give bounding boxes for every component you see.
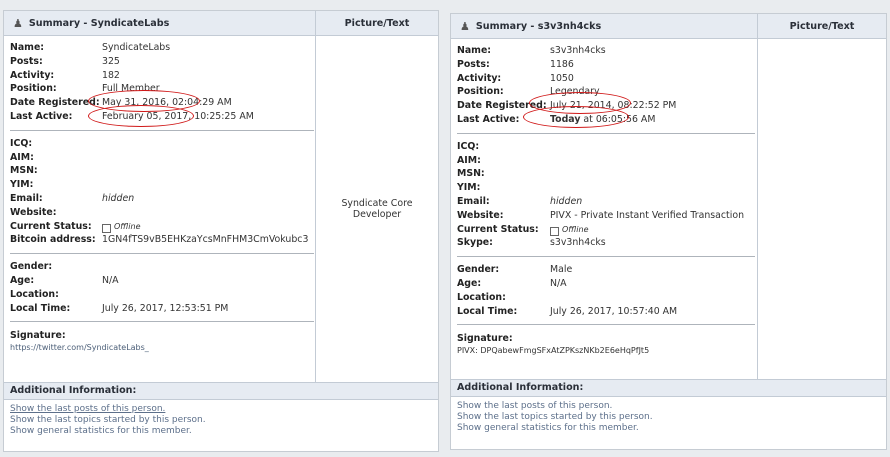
picture-text-header: Picture/Text (315, 11, 438, 35)
position-value: Legendary (550, 86, 600, 98)
aim-label: AIM: (10, 151, 34, 163)
date-registered-label: Date Registered: (10, 97, 100, 109)
profile-info: Name: s3v3nh4cks Posts: 1186 Activity: 1050… (451, 39, 757, 379)
status-value: Offline (114, 221, 141, 231)
activity-value: 182 (102, 69, 120, 81)
additional-info-links: Show the last posts of this person. Show… (4, 400, 438, 437)
email-value: hidden (102, 192, 135, 204)
last-topics-link[interactable]: Show the last topics started by this per… (10, 415, 438, 426)
skype-value: s3v3nh4cks (550, 237, 606, 249)
activity-label: Activity: (457, 72, 502, 84)
date-registered-label: Date Registered: (457, 100, 547, 112)
last-active-time: at 06:05:56 AM (580, 113, 656, 125)
website-label: Website: (10, 206, 57, 218)
position-label: Position: (457, 86, 504, 98)
icq-label: ICQ: (10, 137, 33, 149)
last-posts-link[interactable]: Show the last posts of this person. (10, 404, 438, 415)
additional-info-header: Additional Information: (4, 382, 438, 400)
profile-panel-syndicatelabs: ♟ Summary - SyndicateLabs Picture/Text N… (3, 10, 439, 452)
profile-panel-s3v3nh4cks: ♟ Summary - s3v3nh4cks Picture/Text Name… (450, 13, 887, 450)
offline-checkbox-icon (550, 226, 559, 236)
gender-label: Gender: (457, 264, 500, 276)
msn-label: MSN: (10, 165, 38, 177)
profile-info: Name: SyndicateLabs Posts: 325 Activity: 18… (4, 36, 315, 382)
signature-text: PIVX: DPQabewFmgSFxAtZPKszNKb2E6eHqPfJt5 (457, 346, 650, 356)
divider (10, 321, 314, 323)
divider (457, 324, 755, 326)
msn-label: MSN: (457, 168, 485, 180)
divider (10, 129, 314, 131)
last-active-value: February 05, 2017, 10:25:25 AM (102, 110, 254, 122)
summary-title: Summary - SyndicateLabs (28, 17, 170, 29)
summary-title: Summary - s3v3nh4cks (475, 20, 602, 32)
user-group-icon: ♟ (460, 19, 470, 33)
activity-value: 1050 (550, 72, 574, 84)
last-active-label: Last Active: (10, 110, 73, 122)
local-time-label: Local Time: (457, 305, 518, 317)
last-posts-link[interactable]: Show the last posts of this person. (457, 401, 886, 412)
picture-text-area (757, 39, 886, 379)
location-label: Location: (10, 288, 59, 300)
posts-label: Posts: (10, 55, 43, 67)
email-label: Email: (10, 192, 43, 204)
website-label: Website: (457, 209, 504, 221)
picture-text-area: Syndicate Core Developer (315, 36, 438, 382)
picture-text-header: Picture/Text (757, 14, 886, 38)
age-value: N/A (550, 277, 567, 289)
activity-label: Activity: (10, 69, 55, 81)
name-value: s3v3nh4cks (550, 45, 606, 56)
divider (457, 132, 755, 134)
summary-header: ♟ Summary - SyndicateLabs Picture/Text (4, 11, 438, 36)
age-label: Age: (457, 277, 482, 289)
signature-label: Signature: (10, 330, 66, 342)
posts-value: 325 (102, 55, 120, 67)
last-active-today: Today (550, 113, 581, 125)
status-value: Offline (562, 224, 589, 234)
position-label: Position: (10, 83, 57, 95)
general-stats-link[interactable]: Show general statistics for this member. (457, 423, 886, 434)
local-time-label: Local Time: (10, 302, 71, 314)
signature-link[interactable]: https://twitter.com/SyndicateLabs_ (10, 343, 315, 352)
yim-label: YIM: (10, 179, 34, 191)
name-value: SyndicateLabs (102, 42, 171, 53)
website-link[interactable]: PIVX - Private Instant Verified Transact… (550, 209, 744, 223)
position-value: Full Member (102, 83, 160, 95)
bitcoin-value: 1GN4fTS9vB5EHKzaYcsMnFHM3CmVokubc3 (102, 234, 309, 246)
gender-value: Male (550, 264, 573, 276)
gender-label: Gender: (10, 261, 53, 273)
icq-label: ICQ: (457, 140, 480, 152)
aim-label: AIM: (457, 154, 481, 166)
skype-label: Skype: (457, 237, 493, 249)
current-status-label: Current Status: (457, 223, 539, 235)
date-registered-value: May 31, 2016, 02:04:29 AM (102, 97, 232, 109)
current-status-label: Current Status: (10, 220, 92, 232)
general-stats-link[interactable]: Show general statistics for this member. (10, 426, 438, 437)
additional-info-links: Show the last posts of this person. Show… (451, 397, 886, 434)
yim-label: YIM: (457, 182, 481, 194)
offline-checkbox-icon (102, 223, 111, 233)
bitcoin-label: Bitcoin address: (10, 234, 96, 246)
last-active-label: Last Active: (457, 113, 520, 125)
email-value: hidden (550, 195, 583, 207)
age-value: N/A (102, 274, 119, 286)
name-label: Name: (10, 42, 45, 53)
posts-value: 1186 (550, 58, 574, 70)
member-title: Syndicate Core Developer (341, 198, 413, 220)
local-time-value: July 26, 2017, 12:53:51 PM (102, 302, 229, 314)
email-label: Email: (457, 195, 490, 207)
posts-label: Posts: (457, 58, 490, 70)
last-topics-link[interactable]: Show the last topics started by this per… (457, 412, 886, 423)
summary-header: ♟ Summary - s3v3nh4cks Picture/Text (451, 14, 886, 39)
additional-info-header: Additional Information: (451, 379, 886, 397)
local-time-value: July 26, 2017, 10:57:40 AM (550, 305, 678, 317)
user-group-icon: ♟ (13, 16, 23, 30)
date-registered-value: July 21, 2014, 08:22:52 PM (550, 100, 677, 112)
signature-label: Signature: (457, 333, 513, 345)
location-label: Location: (457, 291, 506, 303)
divider (10, 253, 314, 255)
divider (457, 256, 755, 258)
name-label: Name: (457, 45, 492, 56)
age-label: Age: (10, 274, 35, 286)
